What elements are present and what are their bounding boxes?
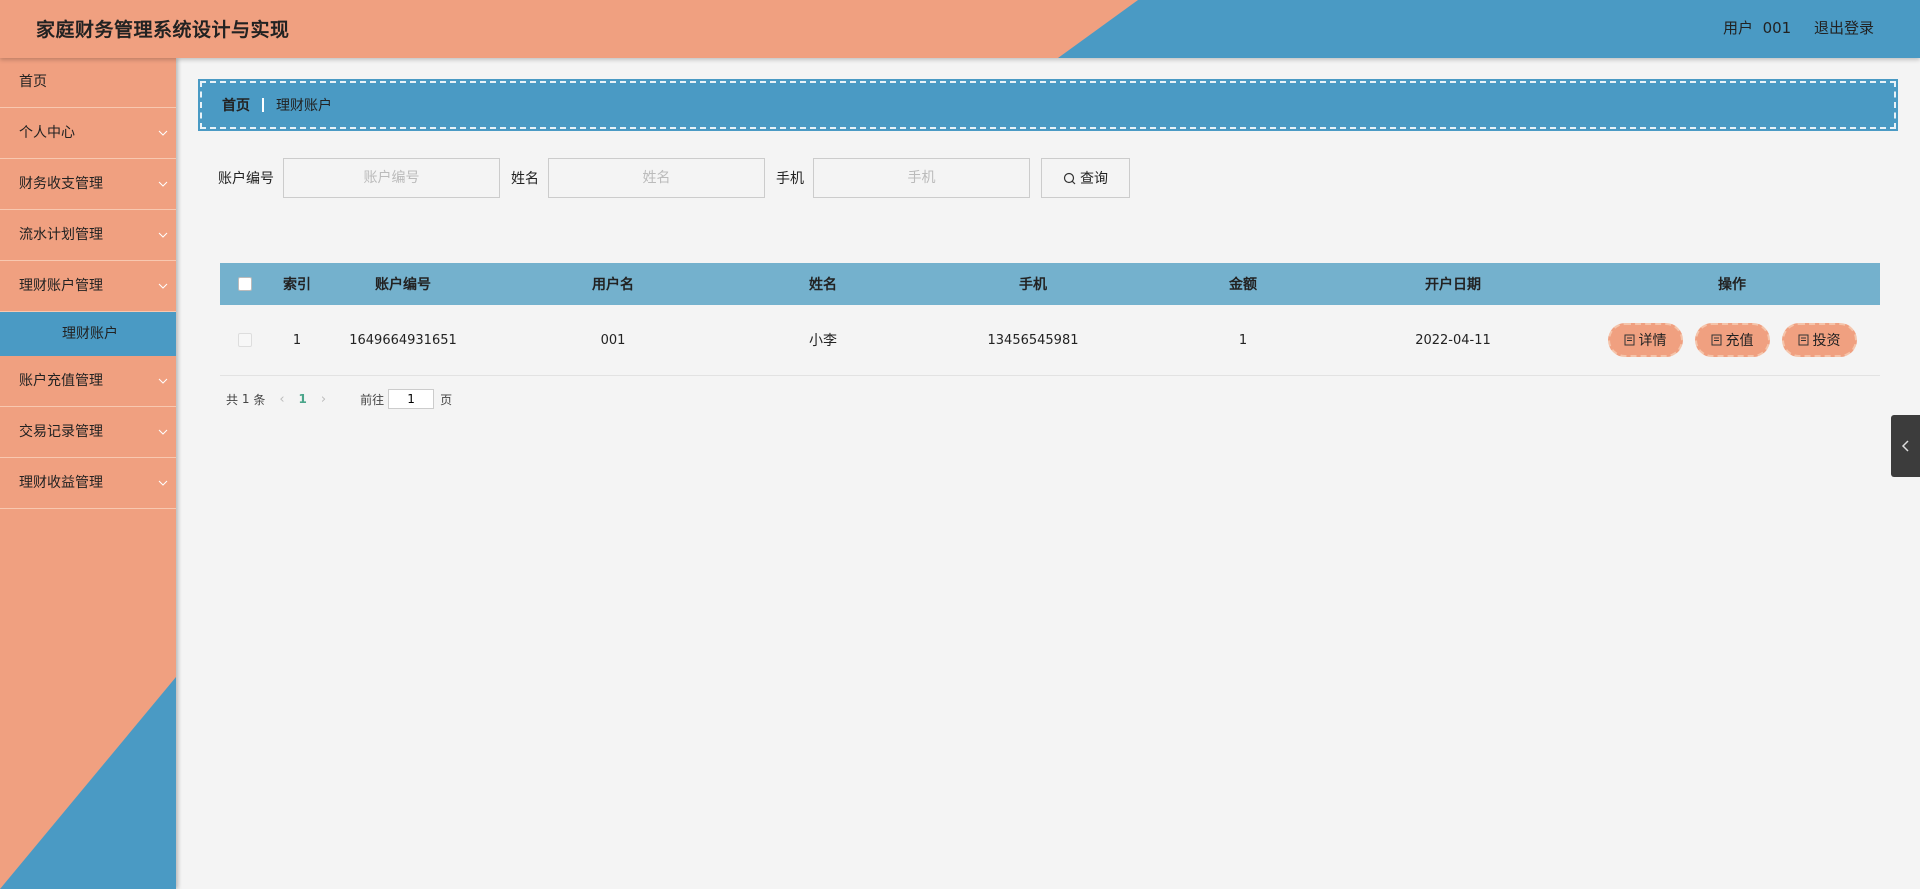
name-label: 姓名 bbox=[511, 171, 539, 187]
search-form: 账户编号 姓名 手机 查询 bbox=[218, 158, 1130, 198]
sidebar-corner-decoration bbox=[0, 677, 176, 889]
chevron-down-icon bbox=[158, 429, 168, 435]
chevron-left-icon bbox=[1901, 440, 1909, 452]
header-user-area: 用户 001 退出登录 bbox=[1705, 17, 1874, 38]
phone-label: 手机 bbox=[776, 171, 804, 187]
phone-input[interactable] bbox=[813, 158, 1030, 198]
chevron-down-icon bbox=[158, 130, 168, 136]
breadcrumb-home[interactable]: 首页 bbox=[222, 95, 250, 115]
sidebar: 首页 个人中心 财务收支管理 流水计划管理 理财账户管理 理财账户 账户充值管理… bbox=[0, 58, 176, 889]
prev-page-icon[interactable]: ‹ bbox=[279, 392, 284, 407]
document-icon bbox=[1711, 334, 1721, 346]
invest-button-label: 投资 bbox=[1812, 333, 1841, 349]
sidebar-item-finance-income[interactable]: 理财收益管理 bbox=[0, 458, 176, 509]
sidebar-item-label: 理财收益管理 bbox=[19, 475, 103, 491]
chevron-down-icon bbox=[158, 283, 168, 289]
sidebar-item-personal-center[interactable]: 个人中心 bbox=[0, 108, 176, 159]
cell-actions: 详情 充值 投资 bbox=[1584, 323, 1880, 357]
total-count: 1 bbox=[241, 392, 250, 406]
query-button-label: 查询 bbox=[1080, 171, 1108, 187]
column-header-account-no: 账户编号 bbox=[375, 277, 431, 293]
table-row: 1 1649664931651 001 小李 13456545981 1 202… bbox=[220, 305, 1880, 376]
column-header-username: 用户名 bbox=[592, 277, 634, 293]
page-number[interactable]: 1 bbox=[299, 392, 307, 406]
document-icon bbox=[1798, 334, 1808, 346]
sidebar-item-label: 理财账户 bbox=[62, 326, 118, 342]
table-header: 索引 账户编号 用户名 姓名 手机 金额 开户日期 操作 bbox=[220, 263, 1880, 305]
chevron-down-icon bbox=[158, 232, 168, 238]
sidebar-item-label: 交易记录管理 bbox=[19, 424, 103, 440]
account-no-input[interactable] bbox=[283, 158, 500, 198]
sidebar-item-finance-account-mgmt[interactable]: 理财账户管理 bbox=[0, 261, 176, 312]
next-page-icon[interactable]: › bbox=[321, 392, 326, 407]
total-prefix: 共 bbox=[226, 392, 239, 407]
top-header: 家庭财务管理系统设计与实现 用户 001 退出登录 bbox=[0, 0, 1920, 58]
sidebar-item-finance-account[interactable]: 理财账户 bbox=[0, 312, 176, 356]
breadcrumb-separator bbox=[262, 98, 264, 112]
column-header-amount: 金额 bbox=[1229, 277, 1257, 293]
sidebar-item-transaction-records[interactable]: 交易记录管理 bbox=[0, 407, 176, 458]
sidebar-item-label: 流水计划管理 bbox=[19, 227, 103, 243]
app-title: 家庭财务管理系统设计与实现 bbox=[36, 19, 290, 41]
cell-index: 1 bbox=[292, 332, 302, 348]
sidebar-item-home[interactable]: 首页 bbox=[0, 58, 176, 108]
pagination: 共 1 条 ‹ 1 › 前往 页 bbox=[226, 388, 452, 410]
column-header-open-date: 开户日期 bbox=[1425, 277, 1481, 293]
column-header-name: 姓名 bbox=[809, 277, 837, 293]
logout-button[interactable]: 退出登录 bbox=[1814, 19, 1874, 37]
detail-button[interactable]: 详情 bbox=[1607, 323, 1683, 357]
cell-username: 001 bbox=[600, 332, 626, 348]
recharge-button-label: 充值 bbox=[1725, 333, 1754, 349]
select-all-checkbox[interactable] bbox=[238, 277, 252, 291]
query-button[interactable]: 查询 bbox=[1041, 158, 1130, 198]
row-select-cell bbox=[220, 333, 270, 347]
side-panel-toggle[interactable] bbox=[1891, 415, 1920, 477]
sidebar-item-label: 个人中心 bbox=[19, 125, 75, 141]
cell-phone: 13456545981 bbox=[987, 332, 1079, 348]
cell-account-no: 1649664931651 bbox=[349, 332, 457, 348]
main-content: 首页 理财账户 账户编号 姓名 手机 查询 索引 账户编号 用户名 姓名 手机 bbox=[176, 58, 1920, 889]
sidebar-item-label: 财务收支管理 bbox=[19, 176, 103, 192]
recharge-button[interactable]: 充值 bbox=[1694, 323, 1770, 357]
breadcrumb: 首页 理财账户 bbox=[198, 79, 1898, 131]
chevron-down-icon bbox=[158, 378, 168, 384]
total-suffix: 条 bbox=[253, 392, 266, 407]
accounts-table: 索引 账户编号 用户名 姓名 手机 金额 开户日期 操作 1 164966493… bbox=[220, 263, 1880, 376]
chevron-down-icon bbox=[158, 480, 168, 486]
sidebar-item-label: 首页 bbox=[19, 74, 47, 90]
column-header-phone: 手机 bbox=[1019, 277, 1047, 293]
cell-amount: 1 bbox=[1238, 332, 1248, 348]
goto-label: 前往 bbox=[360, 392, 385, 407]
row-checkbox[interactable] bbox=[238, 333, 252, 347]
column-header-actions: 操作 bbox=[1718, 277, 1746, 293]
chevron-down-icon bbox=[158, 181, 168, 187]
document-icon bbox=[1624, 334, 1634, 346]
sidebar-item-label: 理财账户管理 bbox=[19, 278, 103, 294]
user-label: 用户 001 bbox=[1723, 19, 1792, 37]
invest-button[interactable]: 投资 bbox=[1781, 323, 1857, 357]
cell-open-date: 2022-04-11 bbox=[1415, 332, 1491, 348]
name-input[interactable] bbox=[548, 158, 765, 198]
sidebar-item-label: 账户充值管理 bbox=[19, 373, 103, 389]
sidebar-item-flow-plan[interactable]: 流水计划管理 bbox=[0, 210, 176, 261]
sidebar-item-account-recharge[interactable]: 账户充值管理 bbox=[0, 356, 176, 407]
search-icon bbox=[1063, 172, 1076, 184]
column-header-index: 索引 bbox=[283, 277, 311, 293]
select-all-cell bbox=[220, 277, 270, 291]
sidebar-item-finance-income-expense[interactable]: 财务收支管理 bbox=[0, 159, 176, 210]
account-no-label: 账户编号 bbox=[218, 171, 274, 187]
breadcrumb-current: 理财账户 bbox=[276, 98, 332, 114]
detail-button-label: 详情 bbox=[1638, 333, 1667, 349]
goto-suffix: 页 bbox=[440, 392, 453, 407]
cell-name: 小李 bbox=[809, 333, 837, 349]
goto-page-input[interactable] bbox=[388, 389, 435, 409]
